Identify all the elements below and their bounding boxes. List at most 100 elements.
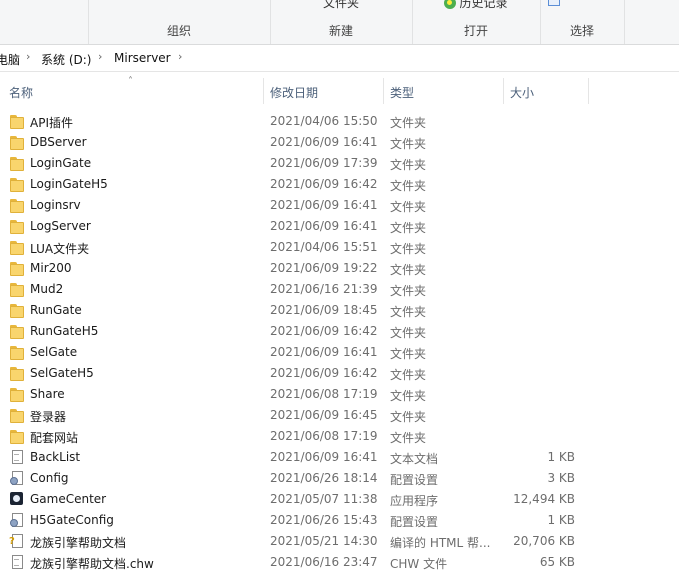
- breadcrumb-this-pc[interactable]: 电脑: [0, 51, 20, 68]
- folder-icon: [9, 176, 25, 192]
- file-row[interactable]: Mir200 2021/06/09 19:22 文件夹: [0, 258, 679, 279]
- config-file-icon: [9, 470, 25, 486]
- config-file-icon: [9, 512, 25, 528]
- ribbon-group-new[interactable]: 文件夹 新建: [270, 0, 413, 44]
- file-date: 2021/06/09 16:42: [270, 324, 378, 338]
- file-type: 文件夹: [390, 137, 427, 151]
- ribbon-spacer: [0, 0, 89, 44]
- column-header-size[interactable]: 大小: [510, 84, 534, 101]
- file-type: 文本文档: [390, 452, 439, 466]
- file-size: 12,494 KB: [513, 492, 575, 506]
- file-name: LogServer: [30, 219, 91, 233]
- file-name: SelGateH5: [30, 366, 94, 380]
- file-row[interactable]: RunGate 2021/06/09 18:45 文件夹: [0, 300, 679, 321]
- history-button[interactable]: 历史记录: [412, 0, 540, 11]
- chevron-right-icon[interactable]: ›: [178, 50, 182, 63]
- ribbon-group-select[interactable]: 选择: [540, 0, 625, 44]
- column-divider[interactable]: [503, 78, 504, 104]
- file-type: 文件夹: [390, 242, 427, 256]
- file-name: API插件: [30, 116, 73, 130]
- file-date: 2021/06/16 21:39: [270, 282, 378, 296]
- new-folder-button[interactable]: 文件夹: [270, 0, 412, 11]
- breadcrumb-mirserver[interactable]: Mirserver: [114, 51, 171, 65]
- text-document-icon: [9, 449, 25, 465]
- file-type: 文件夹: [390, 431, 427, 445]
- ribbon-group-label: 组织: [166, 24, 191, 38]
- folder-icon: [9, 302, 25, 318]
- file-name: Mud2: [30, 282, 64, 296]
- file-type: 文件夹: [390, 284, 427, 298]
- column-header-type[interactable]: 类型: [390, 84, 414, 101]
- folder-icon: [9, 365, 25, 381]
- column-divider[interactable]: [588, 78, 589, 104]
- file-date: 2021/06/09 19:22: [270, 261, 378, 275]
- file-row[interactable]: BackList 2021/06/09 16:41 文本文档 1 KB: [0, 447, 679, 468]
- file-name: LoginGateH5: [30, 177, 108, 191]
- file-name: RunGate: [30, 303, 82, 317]
- file-row[interactable]: 龙族引擎帮助文档 2021/05/21 14:30 编译的 HTML 帮... 20,…: [0, 531, 679, 552]
- file-row[interactable]: GameCenter 2021/05/07 11:38 应用程序 12,494 KB: [0, 489, 679, 510]
- file-name: 龙族引擎帮助文档.chw: [30, 557, 154, 571]
- chevron-right-icon[interactable]: ›: [26, 50, 30, 63]
- column-divider[interactable]: [383, 78, 384, 104]
- file-row[interactable]: Mud2 2021/06/16 21:39 文件夹: [0, 279, 679, 300]
- column-divider[interactable]: [263, 78, 264, 104]
- chevron-right-icon[interactable]: ›: [98, 50, 102, 63]
- folder-icon: [9, 386, 25, 402]
- file-row[interactable]: Loginsrv 2021/06/09 16:41 文件夹: [0, 195, 679, 216]
- file-row[interactable]: RunGateH5 2021/06/09 16:42 文件夹: [0, 321, 679, 342]
- file-name: LUA文件夹: [30, 242, 90, 256]
- file-date: 2021/06/09 16:41: [270, 198, 378, 212]
- file-date: 2021/04/06 15:50: [270, 114, 378, 128]
- file-row[interactable]: Config 2021/06/26 18:14 配置设置 3 KB: [0, 468, 679, 489]
- folder-icon: [9, 407, 25, 423]
- file-name: GameCenter: [30, 492, 107, 506]
- file-date: 2021/06/16 23:47: [270, 555, 378, 569]
- folder-icon: [9, 428, 25, 444]
- file-row[interactable]: SelGateH5 2021/06/09 16:42 文件夹: [0, 363, 679, 384]
- file-type: 配置设置: [390, 515, 439, 529]
- folder-icon: [9, 239, 25, 255]
- file-row[interactable]: 配套网站 2021/06/08 17:19 文件夹: [0, 426, 679, 447]
- file-name: 登录器: [30, 410, 67, 424]
- breadcrumb-drive-d[interactable]: 系统 (D:): [41, 51, 91, 68]
- folder-icon: [9, 134, 25, 150]
- file-size: 65 KB: [539, 555, 575, 569]
- file-date: 2021/06/09 16:41: [270, 450, 378, 464]
- file-name: Loginsrv: [30, 198, 81, 212]
- file-size: 3 KB: [547, 471, 575, 485]
- column-header-name[interactable]: 名称: [9, 84, 33, 101]
- file-type: 文件夹: [390, 305, 427, 319]
- file-row[interactable]: LUA文件夹 2021/04/06 15:51 文件夹: [0, 237, 679, 258]
- file-row[interactable]: API插件 2021/04/06 15:50 文件夹: [0, 111, 679, 132]
- file-size: 20,706 KB: [513, 534, 575, 548]
- file-type: 文件夹: [390, 116, 427, 130]
- file-date: 2021/05/07 11:38: [270, 492, 378, 506]
- ribbon-group-organize[interactable]: 组织: [88, 0, 271, 44]
- file-row[interactable]: Share 2021/06/08 17:19 文件夹: [0, 384, 679, 405]
- file-type: 文件夹: [390, 368, 427, 382]
- file-row[interactable]: LoginGateH5 2021/06/09 16:42 文件夹: [0, 174, 679, 195]
- column-header-date[interactable]: 修改日期: [270, 84, 318, 101]
- file-date: 2021/06/08 17:19: [270, 429, 378, 443]
- file-row[interactable]: 登录器 2021/06/09 16:45 文件夹: [0, 405, 679, 426]
- file-row[interactable]: H5GateConfig 2021/06/26 15:43 配置设置 1 KB: [0, 510, 679, 531]
- file-row[interactable]: 龙族引擎帮助文档.chw 2021/06/16 23:47 CHW 文件 65 KB: [0, 552, 679, 573]
- file-date: 2021/04/06 15:51: [270, 240, 378, 254]
- folder-icon: [9, 260, 25, 276]
- file-name: Config: [30, 471, 69, 485]
- folder-icon: [9, 218, 25, 234]
- file-date: 2021/06/09 16:42: [270, 366, 378, 380]
- address-bar[interactable]: 电脑 › 系统 (D:) › Mirserver ›: [0, 47, 679, 72]
- file-name: 配套网站: [30, 431, 79, 445]
- ribbon-group-open[interactable]: 历史记录 打开: [412, 0, 541, 44]
- file-row[interactable]: LoginGate 2021/06/09 17:39 文件夹: [0, 153, 679, 174]
- folder-icon: [9, 197, 25, 213]
- file-type: 文件夹: [390, 200, 427, 214]
- file-row[interactable]: DBServer 2021/06/09 16:41 文件夹: [0, 132, 679, 153]
- history-icon: [444, 0, 457, 9]
- file-row[interactable]: LogServer 2021/06/09 16:41 文件夹: [0, 216, 679, 237]
- file-row[interactable]: SelGate 2021/06/09 16:41 文件夹: [0, 342, 679, 363]
- file-type: 编译的 HTML 帮...: [390, 536, 491, 550]
- file-type: 文件夹: [390, 179, 427, 193]
